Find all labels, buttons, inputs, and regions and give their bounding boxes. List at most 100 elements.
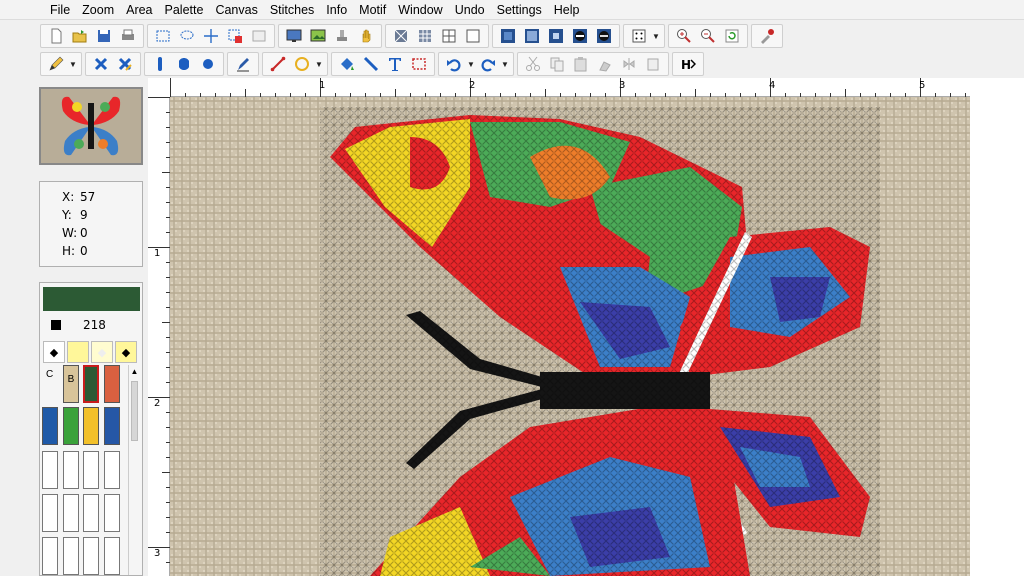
menu-palette[interactable]: Palette <box>159 0 210 20</box>
palette-scrollbar[interactable]: ▲ <box>128 365 140 575</box>
print-button[interactable] <box>117 26 139 46</box>
palette-swatch[interactable] <box>63 407 79 445</box>
select-rectangle-button[interactable] <box>152 26 174 46</box>
crosshair-button[interactable] <box>200 26 222 46</box>
fill-bucket-button[interactable] <box>336 54 358 74</box>
blue-box-2-button[interactable] <box>521 26 543 46</box>
save-button[interactable] <box>93 26 115 46</box>
palette-swatch-empty[interactable] <box>63 451 79 489</box>
stitch-canvas[interactable] <box>170 97 970 576</box>
black-circle-1-button[interactable] <box>569 26 591 46</box>
palette-swatch-empty[interactable] <box>83 451 99 489</box>
select-color-button[interactable] <box>224 26 246 46</box>
palette-swatch-tan[interactable]: B <box>63 365 79 403</box>
menu-motif[interactable]: Motif <box>353 0 392 20</box>
preview-screen-button[interactable] <box>283 26 305 46</box>
palette-swatch-empty[interactable] <box>104 537 120 575</box>
quarter-stitch-button[interactable] <box>173 54 195 74</box>
palette-swatch-empty[interactable] <box>104 451 120 489</box>
scroll-up-arrow-icon[interactable]: ▲ <box>129 367 140 376</box>
undo-dropdown-button[interactable] <box>443 54 465 74</box>
yellow-square-icon[interactable] <box>67 341 89 363</box>
blue-box-3-button[interactable] <box>545 26 567 46</box>
zoom-out-button[interactable] <box>697 26 719 46</box>
hide-next-button[interactable]: H <box>677 54 699 74</box>
dropdown-arrow-icon[interactable]: ▼ <box>651 32 661 41</box>
paste-special-button[interactable] <box>642 54 664 74</box>
palette-swatch[interactable] <box>104 407 120 445</box>
palette-swatch-empty[interactable] <box>42 451 58 489</box>
stamp-button[interactable] <box>331 26 353 46</box>
blue-box-1-button[interactable] <box>497 26 519 46</box>
brush-line-button[interactable] <box>360 54 382 74</box>
palette-swatch-empty[interactable] <box>63 494 79 532</box>
palette-swatch[interactable] <box>42 407 58 445</box>
image-import-button[interactable] <box>307 26 329 46</box>
current-color-swatch[interactable] <box>43 287 140 311</box>
diamond-yellow-icon[interactable]: ◆ <box>115 341 137 363</box>
pattern-thumbnail[interactable] <box>39 87 143 165</box>
view-plain-button[interactable] <box>462 26 484 46</box>
black-circle-2-button[interactable] <box>593 26 615 46</box>
palette-swatch[interactable] <box>83 407 99 445</box>
menu-help[interactable]: Help <box>548 0 586 20</box>
line-tool-button[interactable] <box>267 54 289 74</box>
dropdown-arrow-icon[interactable]: ▼ <box>466 60 476 69</box>
palette-swatch[interactable] <box>104 365 120 403</box>
zoom-in-button[interactable] <box>673 26 695 46</box>
ruler-top-label: 5 <box>919 80 926 91</box>
flip-button[interactable] <box>618 54 640 74</box>
french-knot-button[interactable] <box>197 54 219 74</box>
palette-swatch-empty[interactable] <box>104 494 120 532</box>
palette-swatch-empty[interactable] <box>42 494 58 532</box>
dropdown-arrow-icon[interactable]: ▼ <box>68 60 78 69</box>
half-stitch-button[interactable] <box>149 54 171 74</box>
dropdown-arrow-icon[interactable]: ▼ <box>500 60 510 69</box>
hand-pan-button[interactable] <box>355 26 377 46</box>
w-value: 0 <box>80 226 88 240</box>
menu-canvas[interactable]: Canvas <box>209 0 263 20</box>
dropdown-arrow-icon[interactable]: ▼ <box>314 60 324 69</box>
menu-stitches[interactable]: Stitches <box>264 0 320 20</box>
menu-file[interactable]: File <box>44 0 76 20</box>
view-pattern-button[interactable] <box>414 26 436 46</box>
line-tool-icon <box>270 56 286 72</box>
circle-dropdown-button[interactable] <box>291 54 313 74</box>
diamond-black-icon[interactable]: ◆ <box>43 341 65 363</box>
copy-button[interactable] <box>546 54 568 74</box>
x-value: 57 <box>80 190 96 204</box>
menu-zoom[interactable]: Zoom <box>76 0 120 20</box>
select-clear-button[interactable] <box>248 26 270 46</box>
selection-dotted-button[interactable] <box>408 54 430 74</box>
new-file-button[interactable] <box>45 26 67 46</box>
palette-swatch-empty[interactable] <box>42 537 58 575</box>
select-lasso-button[interactable] <box>176 26 198 46</box>
palette-swatch-empty[interactable] <box>83 494 99 532</box>
grid-dots-dropdown-button[interactable] <box>628 26 650 46</box>
refresh-button[interactable] <box>721 26 743 46</box>
clean-button[interactable] <box>594 54 616 74</box>
pencil-dropdown-button[interactable] <box>45 54 67 74</box>
palette-swatch-empty[interactable] <box>83 537 99 575</box>
menu-info[interactable]: Info <box>320 0 353 20</box>
toolbar-group: ▼ ▼ <box>438 52 514 76</box>
color-picker-button[interactable] <box>756 26 778 46</box>
view-grid-button[interactable] <box>438 26 460 46</box>
menu-settings[interactable]: Settings <box>491 0 548 20</box>
open-folder-button[interactable] <box>69 26 91 46</box>
fill-cross-button[interactable] <box>114 54 136 74</box>
delete-cross-button[interactable] <box>90 54 112 74</box>
menu-window[interactable]: Window <box>392 0 448 20</box>
menu-undo[interactable]: Undo <box>449 0 491 20</box>
menu-area[interactable]: Area <box>120 0 158 20</box>
palette-swatch-selected[interactable] <box>83 365 99 403</box>
text-tool-button[interactable] <box>384 54 406 74</box>
paste-button[interactable] <box>570 54 592 74</box>
palette-swatch-empty[interactable] <box>63 537 79 575</box>
view-full-stitch-button[interactable] <box>390 26 412 46</box>
cut-button[interactable] <box>522 54 544 74</box>
diamond-light-icon[interactable]: ◆ <box>91 341 113 363</box>
scroll-thumb[interactable] <box>131 381 138 441</box>
backstitch-pen-button[interactable] <box>232 54 254 74</box>
redo-dropdown-button[interactable] <box>477 54 499 74</box>
